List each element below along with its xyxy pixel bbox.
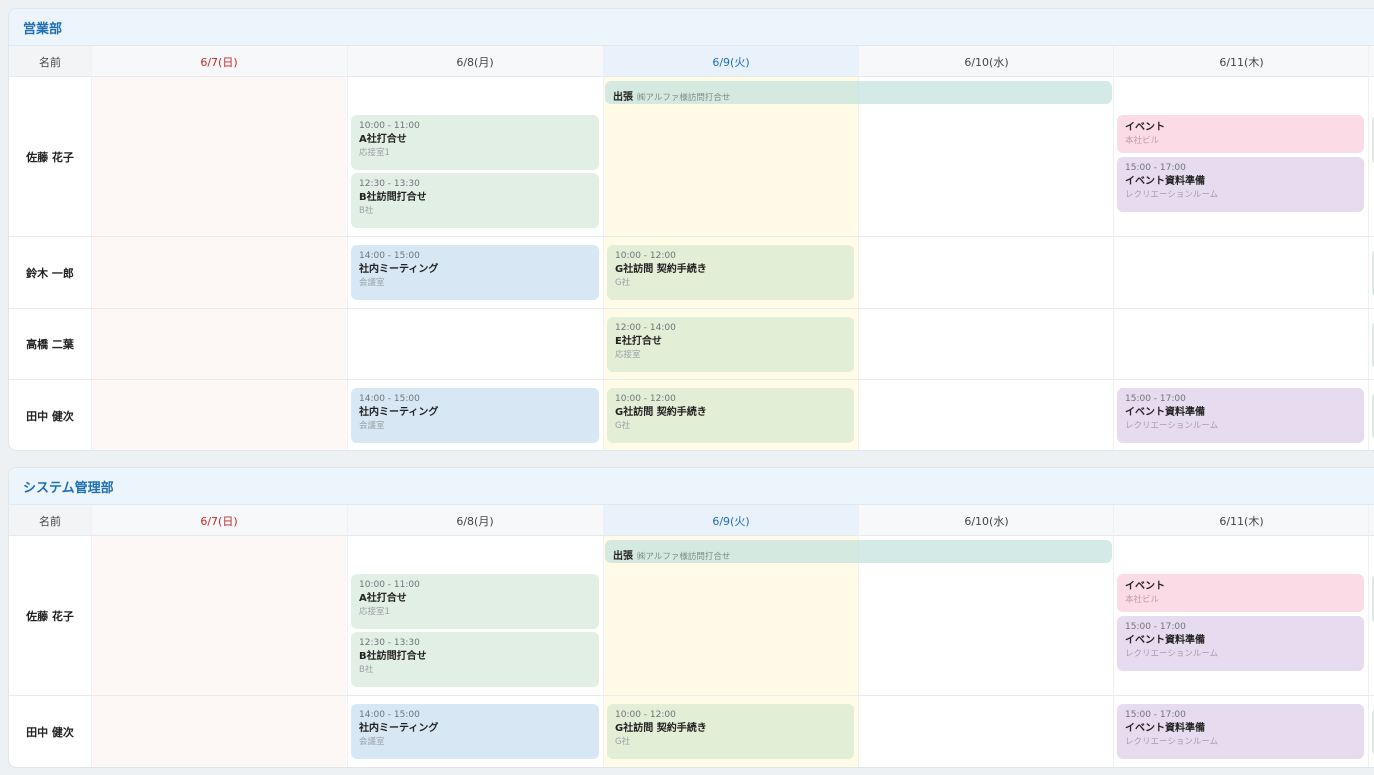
event-card[interactable]: 10:00 - 11:00 A社打合せ 応接室1 xyxy=(351,115,599,170)
row-divider xyxy=(9,308,1374,309)
column-divider xyxy=(1113,505,1114,767)
date-header-sun[interactable]: 6/7(日) xyxy=(91,46,347,77)
sunday-column-bg xyxy=(91,77,346,450)
event-card[interactable]: 12:30 - 13:30 B社訪問打合せ B社 xyxy=(351,173,599,228)
department-header: 営業部 xyxy=(9,9,1374,46)
name-column-header: 名前 xyxy=(9,505,91,536)
sunday-column-bg xyxy=(91,536,346,767)
department-section-sales: 営業部 名前 6/7(日) 6/8(月) 6/9(火) 6/10(水) 6/11… xyxy=(8,8,1374,451)
event-card[interactable]: イベント 本社ビル xyxy=(1117,115,1364,153)
department-section-system: システム管理部 名前 6/7(日) 6/8(月) 6/9(火) 6/10(水) … xyxy=(8,467,1374,768)
department-title: システム管理部 xyxy=(23,481,114,496)
person-name[interactable]: 田中 健次 xyxy=(9,724,91,740)
column-divider xyxy=(603,46,604,450)
date-header-wed[interactable]: 6/10(水) xyxy=(859,505,1114,536)
date-header-thu[interactable]: 6/11(木) xyxy=(1114,46,1369,77)
department-title: 営業部 xyxy=(23,22,63,37)
name-column-header: 名前 xyxy=(9,46,91,77)
column-divider xyxy=(347,46,348,450)
event-card[interactable]: 12:30 - 13:30 B社訪問打合せ B社 xyxy=(351,632,599,687)
event-card[interactable]: 10:00 - 12:00 G社訪問 契約手続き G社 xyxy=(607,245,854,300)
date-header-today[interactable]: 6/9(火) xyxy=(603,46,859,77)
date-header-mon[interactable]: 6/8(月) xyxy=(347,46,603,77)
event-card[interactable]: イベント 本社ビル xyxy=(1117,574,1364,612)
row-divider xyxy=(9,379,1374,380)
column-divider xyxy=(91,505,92,767)
business-trip-bar[interactable]: 出張 ㈱アルファ様訪問打合せ xyxy=(605,81,1112,104)
date-header-wed[interactable]: 6/10(水) xyxy=(859,46,1114,77)
date-header-sun[interactable]: 6/7(日) xyxy=(91,505,347,536)
event-card[interactable]: 14:00 - 15:00 社内ミーティング 会議室 xyxy=(351,704,599,759)
date-header-thu[interactable]: 6/11(木) xyxy=(1114,505,1369,536)
column-divider xyxy=(91,46,92,450)
column-divider xyxy=(1368,46,1369,450)
row-divider xyxy=(9,236,1374,237)
date-header-today[interactable]: 6/9(火) xyxy=(603,505,859,536)
event-card[interactable]: 15:00 - 17:00 イベント資料準備 レクリエーションルーム xyxy=(1117,388,1364,443)
date-header-next xyxy=(1369,505,1374,536)
event-card[interactable]: 10:00 - 12:00 G社訪問 契約手続き G社 xyxy=(607,704,854,759)
event-card[interactable]: 10:00 - 11:00 A社打合せ 応接室1 xyxy=(351,574,599,629)
trip-detail: ㈱アルファ様訪問打合せ xyxy=(637,93,731,103)
event-card[interactable]: 12:00 - 14:00 E社打合せ 応接室 xyxy=(607,317,854,372)
trip-label: 出張 xyxy=(613,92,633,103)
department-header: システム管理部 xyxy=(9,468,1374,505)
person-name[interactable]: 田中 健次 xyxy=(9,408,91,424)
column-divider xyxy=(858,46,859,450)
column-divider xyxy=(603,505,604,767)
trip-label: 出張 xyxy=(613,551,633,562)
business-trip-bar[interactable]: 出張 ㈱アルファ様訪問打合せ xyxy=(605,540,1112,563)
column-divider xyxy=(1113,46,1114,450)
row-divider xyxy=(9,695,1374,696)
column-divider xyxy=(347,505,348,767)
event-card[interactable]: 10:00 - 12:00 G社訪問 契約手続き G社 xyxy=(607,388,854,443)
column-divider xyxy=(1368,505,1369,767)
event-card[interactable]: 14:00 - 15:00 社内ミーティング 会議室 xyxy=(351,245,599,300)
event-card[interactable]: 15:00 - 17:00 イベント資料準備 レクリエーションルーム xyxy=(1117,157,1364,212)
date-header-mon[interactable]: 6/8(月) xyxy=(347,505,603,536)
event-card[interactable]: 15:00 - 17:00 イベント資料準備 レクリエーションルーム xyxy=(1117,616,1364,671)
date-header-next xyxy=(1369,46,1374,77)
person-name[interactable]: 高橋 二葉 xyxy=(9,336,91,352)
event-card[interactable]: 14:00 - 15:00 社内ミーティング 会議室 xyxy=(351,388,599,443)
event-card[interactable]: 15:00 - 17:00 イベント資料準備 レクリエーションルーム xyxy=(1117,704,1364,759)
trip-detail: ㈱アルファ様訪問打合せ xyxy=(637,552,731,562)
person-name[interactable]: 佐藤 花子 xyxy=(9,149,91,165)
person-name[interactable]: 佐藤 花子 xyxy=(9,608,91,624)
person-name[interactable]: 鈴木 一郎 xyxy=(9,265,91,281)
